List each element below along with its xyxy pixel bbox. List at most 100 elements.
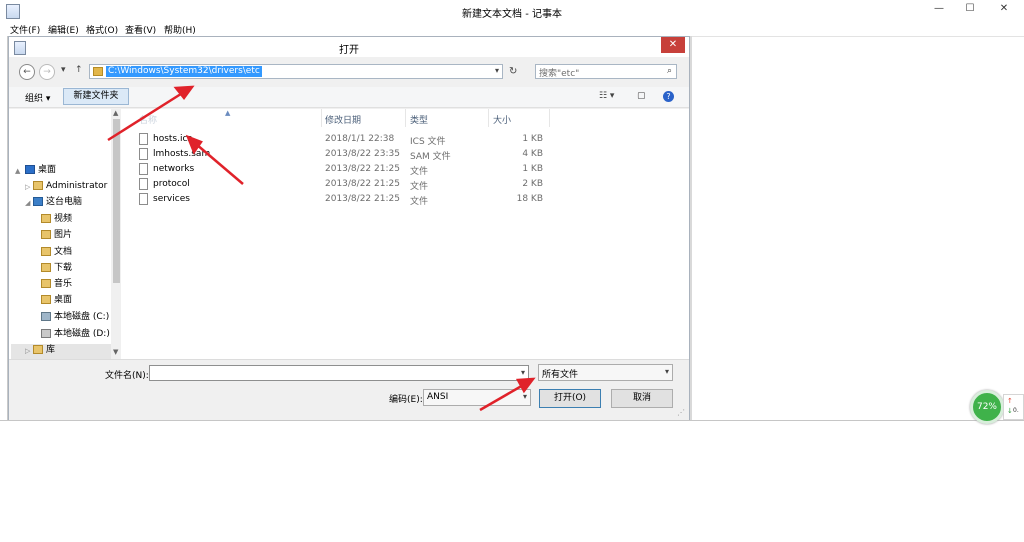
chevron-down-icon[interactable]: ▾ bbox=[521, 368, 525, 377]
file-name: networks bbox=[153, 164, 195, 174]
encoding-value: ANSI bbox=[427, 392, 449, 402]
file-date: 2013/8/22 21:25 bbox=[325, 164, 400, 174]
open-dialog: 打开 ✕ ← → ▾ ↑ C:\Windows\System32\drivers… bbox=[8, 36, 690, 420]
dialog-footer: 文件名(N): ▾ 所有文件 ▾ 编码(E): ANSI ▾ 打开(O) 取消 … bbox=[9, 359, 689, 420]
open-button[interactable]: 打开(O) bbox=[539, 389, 601, 408]
sidebar-item-drive-c[interactable]: 本地磁盘 (C:) bbox=[41, 310, 109, 324]
chevron-down-icon[interactable]: ▾ bbox=[523, 392, 527, 401]
sidebar-item-drive-d[interactable]: 本地磁盘 (D:) bbox=[41, 327, 110, 341]
file-type-filter[interactable]: 所有文件 ▾ bbox=[538, 364, 673, 381]
sidebar-scroll-thumb[interactable] bbox=[113, 119, 120, 283]
desktop-icon bbox=[25, 165, 35, 174]
scroll-up-icon[interactable]: ▲ bbox=[113, 109, 118, 117]
sidebar-item-music[interactable]: 音乐 bbox=[41, 277, 72, 291]
library-icon bbox=[33, 345, 43, 354]
upload-arrow-icon: ↑ bbox=[1007, 397, 1013, 405]
filename-label: 文件名(N): bbox=[105, 371, 149, 381]
up-button[interactable]: ↑ bbox=[75, 65, 83, 75]
help-icon[interactable]: ? bbox=[663, 91, 674, 102]
speed-panel: ↑ ↓ 0. bbox=[1003, 394, 1024, 420]
file-type: 文件 bbox=[410, 167, 429, 177]
preview-pane-icon[interactable]: ▢ bbox=[637, 91, 646, 101]
battery-gauge[interactable]: 72% bbox=[970, 390, 1004, 424]
file-date: 2013/8/22 21:25 bbox=[325, 194, 400, 204]
maximize-button[interactable]: ☐ bbox=[955, 0, 985, 18]
navigation-row: ← → ▾ ↑ C:\Windows\System32\drivers\etc … bbox=[9, 59, 689, 85]
sidebar-item-this-pc[interactable]: 这台电脑 bbox=[33, 195, 82, 209]
documents-icon bbox=[41, 247, 51, 256]
file-name: protocol bbox=[153, 179, 190, 189]
user-folder-icon bbox=[33, 181, 43, 190]
menu-edit[interactable]: 编辑(E) bbox=[48, 23, 79, 36]
file-size: 4 KB bbox=[522, 149, 543, 159]
view-options-icon[interactable]: ☷ ▾ bbox=[599, 91, 614, 101]
file-name: services bbox=[153, 194, 190, 204]
address-bar[interactable]: C:\Windows\System32\drivers\etc ▾ bbox=[89, 64, 503, 79]
sidebar-item-desktop[interactable]: 桌面 bbox=[25, 163, 56, 177]
sidebar-item-desktop-2[interactable]: 桌面 bbox=[41, 293, 72, 307]
cancel-button[interactable]: 取消 bbox=[611, 389, 673, 408]
file-icon bbox=[139, 148, 148, 160]
sidebar-item-administrator[interactable]: Administrator bbox=[33, 179, 107, 193]
expand-icon[interactable]: ▲ bbox=[15, 167, 20, 175]
file-name: lmhosts.sam bbox=[153, 149, 211, 159]
file-date: 2013/8/22 23:35 bbox=[325, 149, 400, 159]
refresh-icon[interactable]: ↻ bbox=[509, 66, 517, 77]
column-header-name[interactable]: 名称 bbox=[139, 113, 157, 126]
file-size: 1 KB bbox=[522, 164, 543, 174]
organize-menu[interactable]: 组织 ▾ bbox=[25, 91, 50, 104]
file-row[interactable]: lmhosts.sam 2013/8/22 23:35 SAM 文件 4 KB bbox=[125, 147, 545, 162]
search-icon[interactable]: ⌕ bbox=[667, 66, 672, 76]
file-date: 2013/8/22 21:25 bbox=[325, 179, 400, 189]
address-path[interactable]: C:\Windows\System32\drivers\etc bbox=[106, 66, 262, 77]
file-row[interactable]: services 2013/8/22 21:25 文件 18 KB bbox=[125, 192, 545, 207]
file-date: 2018/1/1 22:38 bbox=[325, 134, 395, 144]
back-button[interactable]: ← bbox=[19, 64, 35, 80]
drive-icon bbox=[41, 329, 51, 338]
file-name: hosts.ics bbox=[153, 134, 193, 144]
sidebar-item-downloads[interactable]: 下载 bbox=[41, 261, 72, 275]
scroll-down-icon[interactable]: ▼ bbox=[113, 348, 118, 356]
search-input[interactable]: 搜索"etc" ⌕ bbox=[535, 64, 677, 79]
file-row[interactable]: networks 2013/8/22 21:25 文件 1 KB bbox=[125, 162, 545, 177]
forward-button[interactable]: → bbox=[39, 64, 55, 80]
dialog-toolbar: 组织 ▾ 新建文件夹 ☷ ▾ ▢ ? bbox=[9, 87, 689, 108]
file-row[interactable]: hosts.ics 2018/1/1 22:38 ICS 文件 1 KB bbox=[125, 132, 545, 147]
sidebar-item-documents[interactable]: 文档 bbox=[41, 245, 72, 259]
encoding-select[interactable]: ANSI ▾ bbox=[423, 389, 531, 406]
sidebar-item-pictures[interactable]: 图片 bbox=[41, 228, 72, 242]
sidebar-item-videos[interactable]: 视频 bbox=[41, 212, 72, 226]
menu-view[interactable]: 查看(V) bbox=[125, 23, 156, 36]
new-folder-button[interactable]: 新建文件夹 bbox=[63, 88, 129, 105]
minimize-button[interactable]: — bbox=[924, 0, 954, 18]
filename-field[interactable]: ▾ bbox=[149, 365, 529, 381]
close-button[interactable]: ✕ bbox=[986, 0, 1022, 18]
dialog-titlebar: 打开 ✕ bbox=[9, 37, 689, 57]
address-dropdown-icon[interactable]: ▾ bbox=[495, 66, 499, 75]
column-header-type[interactable]: 类型 bbox=[410, 113, 428, 126]
videos-icon bbox=[41, 214, 51, 223]
chevron-down-icon[interactable]: ▾ bbox=[665, 367, 669, 376]
file-icon bbox=[139, 133, 148, 145]
menu-bar: 文件(F) 编辑(E) 格式(O) 查看(V) 帮助(H) bbox=[0, 22, 1024, 36]
menu-file[interactable]: 文件(F) bbox=[10, 23, 40, 36]
file-type: ICS 文件 bbox=[410, 137, 446, 147]
file-icon bbox=[139, 163, 148, 175]
recent-locations-button[interactable]: ▾ bbox=[61, 65, 66, 75]
window-title: 新建文本文档 - 记事本 bbox=[462, 9, 562, 20]
menu-format[interactable]: 格式(O) bbox=[86, 23, 118, 36]
download-speed: 0. bbox=[1013, 407, 1019, 414]
file-size: 18 KB bbox=[516, 194, 543, 204]
dialog-close-button[interactable]: ✕ bbox=[661, 37, 685, 53]
file-icon bbox=[139, 193, 148, 205]
file-size: 1 KB bbox=[522, 134, 543, 144]
column-header-date[interactable]: 修改日期 bbox=[325, 113, 361, 126]
sidebar-item-libraries[interactable]: 库 bbox=[33, 343, 55, 357]
folder-icon bbox=[93, 67, 103, 76]
computer-icon bbox=[33, 197, 43, 206]
navigation-pane: ▲ 桌面 ▷ Administrator ◢ 这台电脑 视频 图片 文档 下载 … bbox=[9, 109, 125, 359]
column-header-size[interactable]: 大小 bbox=[493, 113, 511, 126]
resize-grip-icon[interactable]: ⋰ bbox=[677, 408, 685, 417]
menu-help[interactable]: 帮助(H) bbox=[164, 23, 196, 36]
file-row[interactable]: protocol 2013/8/22 21:25 文件 2 KB bbox=[125, 177, 545, 192]
